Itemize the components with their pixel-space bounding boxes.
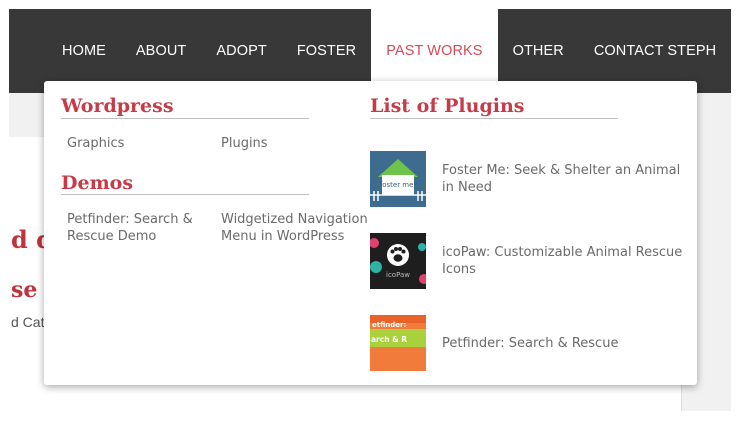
demos-heading[interactable]: Demos — [61, 172, 133, 194]
demos-divider — [61, 194, 309, 195]
icopaw-thumb-text: icoPaw — [386, 271, 410, 279]
petfinder-thumb-text-top: etfinder: — [372, 321, 406, 329]
foster-me-thumbnail: foster me! — [370, 151, 426, 207]
link-petfinder-demo[interactable]: Petfinder: Search & Rescue Demo — [67, 211, 207, 245]
link-plugins[interactable]: Plugins — [221, 135, 268, 152]
plugins-heading[interactable]: List of Plugins — [370, 95, 524, 117]
plugin-name-petfinder[interactable]: Petfinder: Search & Rescue — [442, 335, 690, 352]
plugin-name-foster-me[interactable]: Foster Me: Seek & Shelter an Animal in N… — [442, 162, 690, 196]
petfinder-thumbnail: etfinder: arch & R — [370, 315, 426, 371]
wordpress-heading[interactable]: Wordpress — [61, 95, 174, 117]
link-widgetized-nav-menu[interactable]: Widgetized Navigation Menu in WordPress — [221, 211, 371, 245]
plugin-item-foster-me[interactable]: foster me! Foster Me: Seek & Shelter an … — [370, 151, 690, 207]
foster-me-thumb-text: foster me! — [380, 181, 416, 189]
past-works-mega-menu: Wordpress Graphics Plugins Demos Petfind… — [44, 81, 697, 385]
icopaw-thumbnail: icoPaw — [370, 233, 426, 289]
plugins-divider — [370, 118, 618, 119]
wordpress-divider — [61, 118, 309, 119]
plugin-item-icopaw[interactable]: icoPaw icoPaw: Customizable Animal Rescu… — [370, 233, 690, 289]
link-graphics[interactable]: Graphics — [67, 135, 124, 152]
plugin-item-petfinder[interactable]: etfinder: arch & R Petfinder: Search & R… — [370, 315, 690, 371]
petfinder-thumb-text-bottom: arch & R — [371, 335, 407, 344]
plugin-name-icopaw[interactable]: icoPaw: Customizable Animal Rescue Icons — [442, 244, 690, 278]
